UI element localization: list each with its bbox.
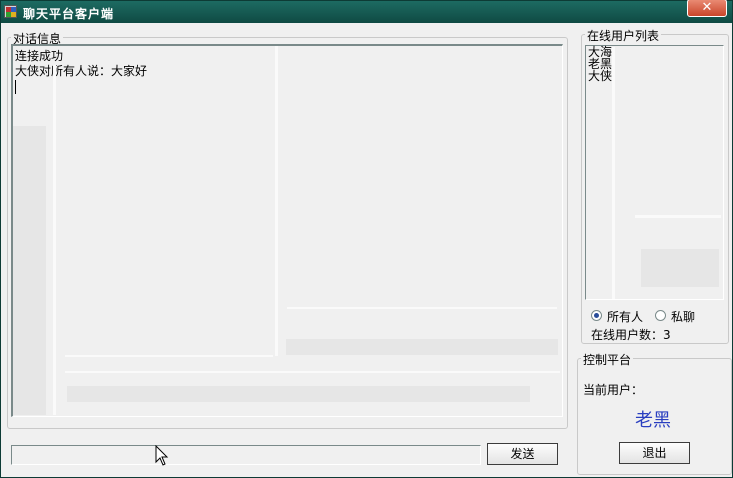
- render-artifact: [67, 386, 530, 402]
- app-icon[interactable]: [4, 5, 17, 18]
- render-artifact: [286, 339, 558, 355]
- radio-all-users[interactable]: [591, 310, 602, 321]
- close-button[interactable]: ✕: [687, 0, 727, 17]
- render-artifact: [53, 65, 56, 415]
- message-input[interactable]: [11, 445, 481, 465]
- exit-button[interactable]: 退出: [619, 442, 690, 464]
- render-artifact: [612, 47, 615, 299]
- render-artifact: [287, 307, 557, 309]
- render-artifact: [13, 126, 46, 415]
- render-artifact: [65, 371, 560, 373]
- text-caret: [15, 79, 560, 98]
- window-title: 聊天平台客户端: [23, 7, 115, 21]
- control-group-label: 控制平台: [581, 351, 634, 368]
- user-list-item[interactable]: 大侠: [588, 70, 721, 82]
- radio-private-chat[interactable]: [655, 310, 666, 321]
- online-user-count: 在线用户数：3: [591, 328, 671, 342]
- chat-message: 大侠对所有人说：大家好: [15, 64, 148, 78]
- client-window: 聊天平台客户端 ✕ 对话信息 连接成功 大侠对所有人说：大家好 在线用户列表 大…: [0, 0, 733, 478]
- render-artifact: [275, 46, 278, 356]
- render-artifact: [641, 249, 719, 287]
- send-button[interactable]: 发送: [487, 443, 558, 465]
- current-user-name: 老黑: [635, 410, 671, 431]
- online-users-group-label: 在线用户列表: [585, 27, 662, 44]
- render-artifact: [65, 355, 273, 357]
- radio-all-users-label[interactable]: 所有人: [607, 308, 643, 325]
- chat-log[interactable]: 连接成功 大侠对所有人说：大家好: [11, 44, 563, 417]
- radio-private-chat-label[interactable]: 私聊: [671, 308, 695, 325]
- chat-message: 连接成功: [15, 49, 64, 63]
- current-user-label: 当前用户：: [583, 383, 644, 397]
- title-bar[interactable]: 聊天平台客户端 ✕: [1, 0, 732, 23]
- mouse-cursor-icon: [155, 445, 169, 466]
- render-artifact: [635, 215, 721, 218]
